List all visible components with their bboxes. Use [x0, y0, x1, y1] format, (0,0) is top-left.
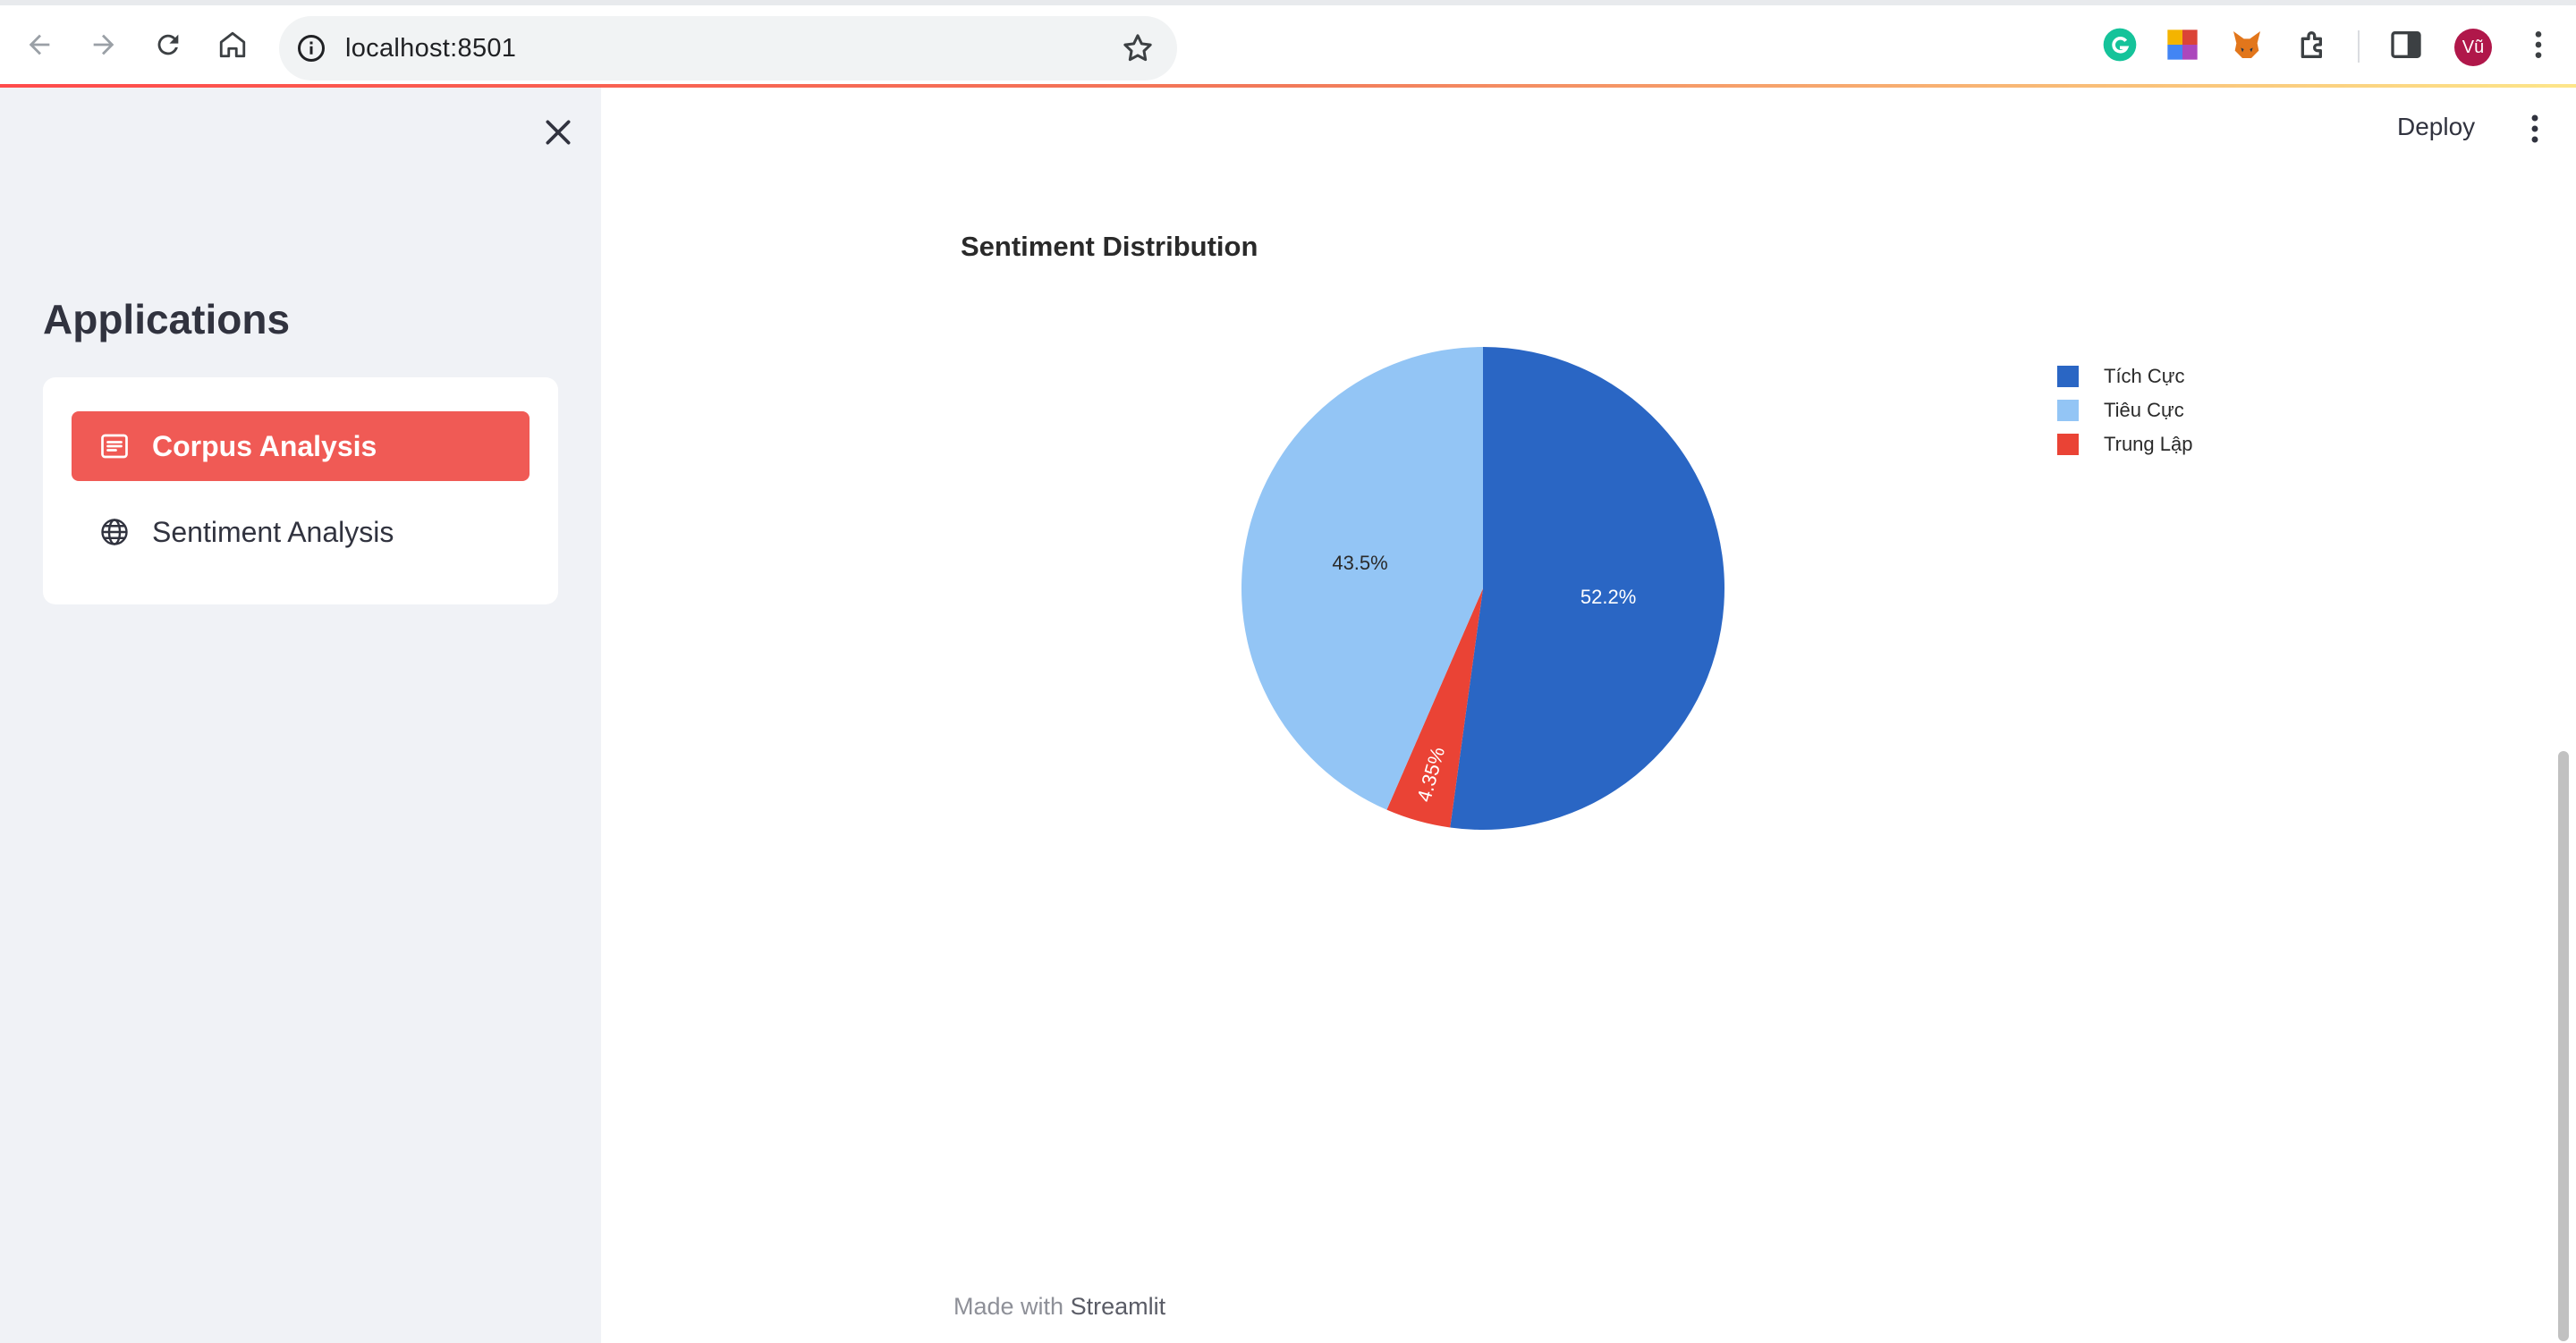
color-palette-extension-icon[interactable]: [2165, 27, 2200, 63]
browser-toolbar: localhost:8501 Vũ: [0, 0, 2576, 84]
chart-legend: Tích Cực Tiêu Cực Trung Lập: [2057, 359, 2192, 461]
legend-swatch: [2057, 366, 2079, 387]
deploy-button[interactable]: Deploy: [2397, 113, 2475, 141]
metamask-fox-icon[interactable]: [2229, 27, 2265, 63]
profile-avatar[interactable]: Vũ: [2454, 29, 2492, 66]
toolbar-separator: [2358, 30, 2360, 63]
menu-item-label: Sentiment Analysis: [152, 515, 394, 548]
menu-item-label: Corpus Analysis: [152, 429, 377, 462]
sidebar: Applications Corpus Analysis Sentiment A…: [0, 88, 601, 1343]
footer: Made with Streamlit: [953, 1293, 1165, 1321]
legend-swatch: [2057, 434, 2079, 455]
home-button[interactable]: [211, 23, 254, 66]
legend-label: Trung Lập: [2104, 433, 2193, 455]
sidebar-title: Applications: [43, 296, 291, 342]
legend-swatch: [2057, 400, 2079, 421]
reload-button[interactable]: [147, 23, 190, 66]
main-menu-icon[interactable]: [2521, 111, 2549, 147]
back-button[interactable]: [18, 23, 61, 66]
address-bar[interactable]: localhost:8501: [279, 16, 1177, 80]
menu-item-sentiment-analysis[interactable]: Sentiment Analysis: [72, 497, 530, 567]
side-panel-icon[interactable]: [2388, 27, 2424, 63]
scrollbar[interactable]: [2558, 751, 2569, 1341]
arrow-right-icon: [93, 34, 114, 55]
sentiment-pie-chart: Sentiment Distribution 52.2% 4.35% 43.5% T…: [930, 215, 2272, 930]
home-icon: [219, 31, 246, 58]
pie-slice-label: 52.2%: [1580, 586, 1636, 608]
extensions-puzzle-icon[interactable]: [2295, 27, 2331, 63]
option-menu: Corpus Analysis Sentiment Analysis: [43, 377, 558, 604]
footer-prefix: Made with: [953, 1293, 1064, 1320]
legend-item[interactable]: Tích Cực: [2057, 359, 2192, 393]
bookmark-star-icon[interactable]: [1120, 30, 1156, 66]
browser-menu-icon[interactable]: [2521, 27, 2556, 63]
info-icon[interactable]: [295, 32, 327, 64]
globe-icon: [98, 516, 131, 548]
legend-label: Tích Cực: [2104, 365, 2185, 387]
legend-item[interactable]: Trung Lập: [2057, 427, 2192, 461]
streamlit-link[interactable]: Streamlit: [1071, 1293, 1166, 1320]
legend-item[interactable]: Tiêu Cực: [2057, 393, 2192, 427]
pie-slice-label: 43.5%: [1332, 552, 1387, 574]
arrow-left-icon: [29, 34, 50, 55]
document-text-icon: [98, 430, 131, 462]
menu-item-corpus-analysis[interactable]: Corpus Analysis: [72, 411, 530, 481]
grammarly-extension-icon[interactable]: [2102, 27, 2138, 63]
reload-icon: [157, 34, 179, 55]
close-icon[interactable]: [540, 114, 576, 150]
pie-svg: 52.2%4.35%43.5%: [1241, 347, 1725, 830]
url-text[interactable]: localhost:8501: [345, 34, 516, 63]
forward-button[interactable]: [82, 23, 125, 66]
legend-label: Tiêu Cực: [2104, 399, 2184, 421]
